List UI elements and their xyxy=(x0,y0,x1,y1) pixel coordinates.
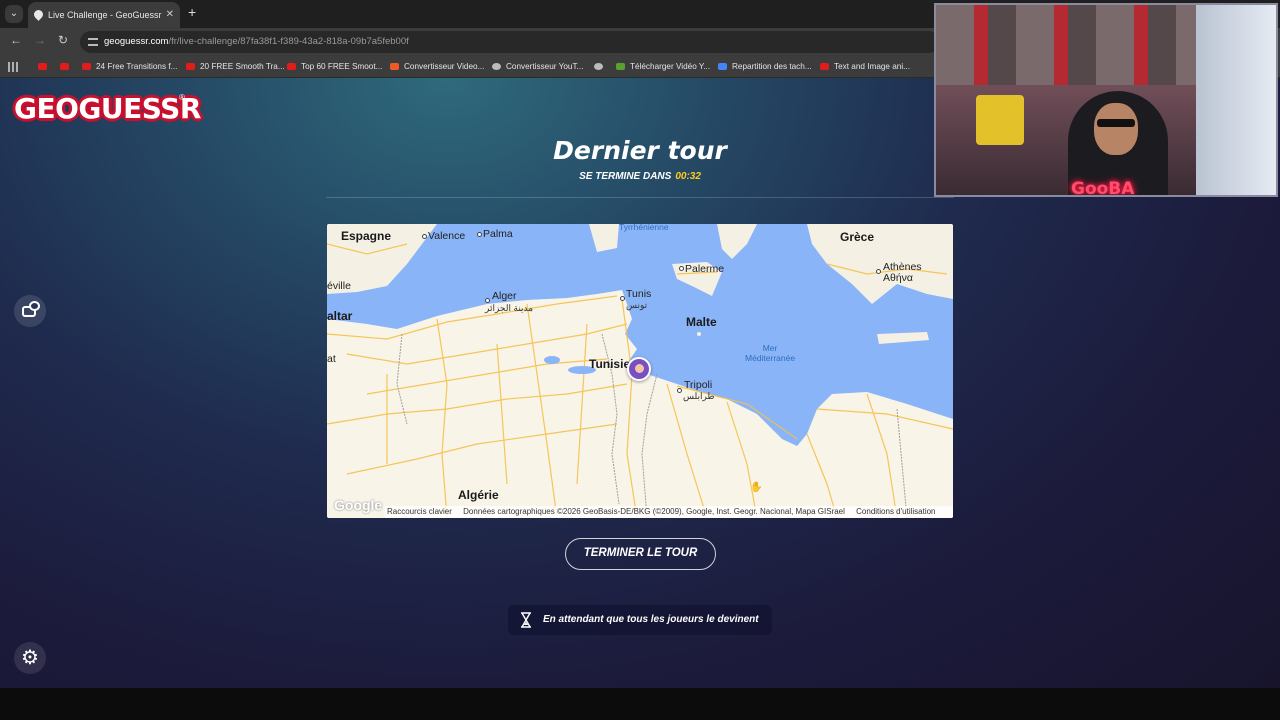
reload-icon[interactable]: ↻ xyxy=(58,33,68,47)
player-guess-marker[interactable] xyxy=(627,357,651,381)
map-label-tunis-arabic: تونس xyxy=(626,300,648,310)
map-label-mer-mediterranee: Mer Méditerranée xyxy=(745,343,796,363)
webcam-face xyxy=(1094,103,1138,155)
terms-link[interactable]: Conditions d'utilisation xyxy=(856,507,935,516)
youtube-icon xyxy=(186,63,195,71)
map-label-at: at xyxy=(327,353,336,365)
webcam-overlay: GooBA xyxy=(934,3,1278,197)
map-label-malte: Malte xyxy=(686,315,717,329)
map-label-palma: Palma xyxy=(483,228,513,240)
google-logo: Google xyxy=(334,497,383,513)
bookmark-item[interactable]: 20 FREE Smooth Tra... xyxy=(186,59,285,75)
waiting-text: En attendant que tous les joueurs le dev… xyxy=(543,614,759,625)
bookmark-item[interactable]: 24 Free Transitions f... xyxy=(82,59,177,75)
tab-search-chevron-icon[interactable]: ⌄ xyxy=(5,5,23,23)
bookmark-label: Repartition des tach... xyxy=(732,62,812,71)
bookmark-item[interactable]: Télécharger Vidéo Y... xyxy=(616,59,710,75)
timer-value: 00:32 xyxy=(675,171,701,182)
keyboard-shortcuts-link[interactable]: Raccourcis clavier xyxy=(387,507,452,516)
youtube-icon xyxy=(60,63,69,71)
city-dot xyxy=(677,388,682,393)
globe-icon xyxy=(594,63,603,71)
map-label-tunisie: Tunisie xyxy=(589,357,631,371)
bookmark-item[interactable] xyxy=(60,59,74,75)
waiting-status: En attendant que tous les joueurs le dev… xyxy=(508,605,772,635)
new-tab-plus-icon[interactable]: + xyxy=(188,4,196,20)
header-divider xyxy=(326,197,954,198)
tab-geoguessr[interactable]: Live Challenge - GeoGuessr ✕ xyxy=(28,2,180,28)
map-label-gibraltar: altar xyxy=(327,309,353,323)
webcam-door xyxy=(1196,5,1276,195)
close-tab-icon[interactable]: ✕ xyxy=(166,2,174,28)
map-label-athenes-greek: Αθήνα xyxy=(883,272,914,284)
bookmark-item[interactable]: Text and Image ani... xyxy=(820,59,910,75)
address-bar[interactable]: geoguessr.com/fr/live-challenge/87fa38f1… xyxy=(80,31,940,53)
url-path: /fr/live-challenge/87fa38f1-f389-43a2-81… xyxy=(168,36,409,47)
bookmark-item[interactable]: Convertisseur YouT... xyxy=(492,59,583,75)
logo-registered-mark: ® xyxy=(179,93,185,102)
map-label-tripoli: Tripoli xyxy=(684,379,713,391)
bookmark-label: Télécharger Vidéo Y... xyxy=(630,62,711,71)
back-arrow-icon[interactable]: ← xyxy=(10,33,22,47)
city-dot xyxy=(876,269,881,274)
geoguessr-logo[interactable]: GEOGUESSR xyxy=(14,92,201,128)
apps-grid-icon[interactable] xyxy=(8,62,18,72)
map-label-valence: Valence xyxy=(428,230,466,242)
z-icon xyxy=(390,63,399,71)
bookmark-label: 20 FREE Smooth Tra... xyxy=(200,62,285,71)
webcam-jersey xyxy=(976,95,1024,145)
bottom-letterbox xyxy=(0,688,1280,720)
youtube-icon xyxy=(820,63,829,71)
map-label-espagne: Espagne xyxy=(341,229,392,243)
bookmark-label: Convertisseur Video... xyxy=(404,62,485,71)
bookmark-item[interactable] xyxy=(594,59,608,75)
url-host: geoguessr.com xyxy=(104,36,169,47)
youtube-icon xyxy=(38,63,47,71)
timer-label: SE TERMINE DANS xyxy=(579,171,672,182)
webcam-glasses xyxy=(1097,119,1135,127)
bookmark-label: Text and Image ani... xyxy=(834,62,911,71)
map-label-seville: éville xyxy=(327,280,351,292)
city-dot xyxy=(679,266,684,271)
docs-icon xyxy=(718,63,727,71)
bookmark-item[interactable]: Top 60 FREE Smoot... xyxy=(287,59,382,75)
city-dot xyxy=(620,296,625,301)
site-settings-icon[interactable] xyxy=(88,38,98,46)
map-label-alger: Alger xyxy=(492,290,517,302)
bookmark-item[interactable] xyxy=(38,59,52,75)
map-label-grece: Grèce xyxy=(840,230,875,244)
converter-icon xyxy=(492,63,501,71)
guess-map[interactable]: Espagne Valence Palma Tyrrhénienne Grèce… xyxy=(327,224,953,518)
download-icon xyxy=(616,63,625,71)
chat-button[interactable] xyxy=(14,295,46,327)
map-attribution-bar: Raccourcis clavier Données cartographiqu… xyxy=(385,506,953,518)
geoguessr-pin-icon xyxy=(32,8,45,21)
bookmark-label: Top 60 FREE Smoot... xyxy=(301,62,383,71)
hourglass-icon xyxy=(521,612,531,628)
streamer-name-neon: GooBA xyxy=(1071,179,1135,197)
bookmark-item[interactable]: Repartition des tach... xyxy=(718,59,812,75)
settings-gear-icon[interactable]: ⚙ xyxy=(14,642,46,674)
forward-arrow-icon[interactable]: → xyxy=(34,33,46,47)
end-round-button[interactable]: TERMINER LE TOUR xyxy=(565,538,716,570)
map-label-tyrrhenienne: Tyrrhénienne xyxy=(619,224,669,232)
map-label-tunis: Tunis xyxy=(626,288,652,300)
city-dot xyxy=(422,234,427,239)
chat-bubble-icon xyxy=(29,301,40,311)
bookmark-label: 24 Free Transitions f... xyxy=(96,62,178,71)
tab-title: Live Challenge - GeoGuessr xyxy=(48,10,162,20)
youtube-icon xyxy=(82,63,91,71)
map-label-algerie: Algérie xyxy=(458,488,499,502)
youtube-icon xyxy=(287,63,296,71)
grab-cursor-icon: ✋ xyxy=(750,482,763,493)
map-data-attribution: Données cartographiques ©2026 GeoBasis-D… xyxy=(463,507,845,516)
city-dot xyxy=(477,232,482,237)
map-label-palerme: Palerme xyxy=(685,263,725,275)
map-label-alger-arabic: مدينة الجزائر xyxy=(485,303,534,313)
bookmark-label: Convertisseur YouT... xyxy=(506,62,584,71)
bookmark-item[interactable]: Convertisseur Video... xyxy=(390,59,484,75)
map-label-tripoli-arabic: طرابلس xyxy=(683,391,715,401)
